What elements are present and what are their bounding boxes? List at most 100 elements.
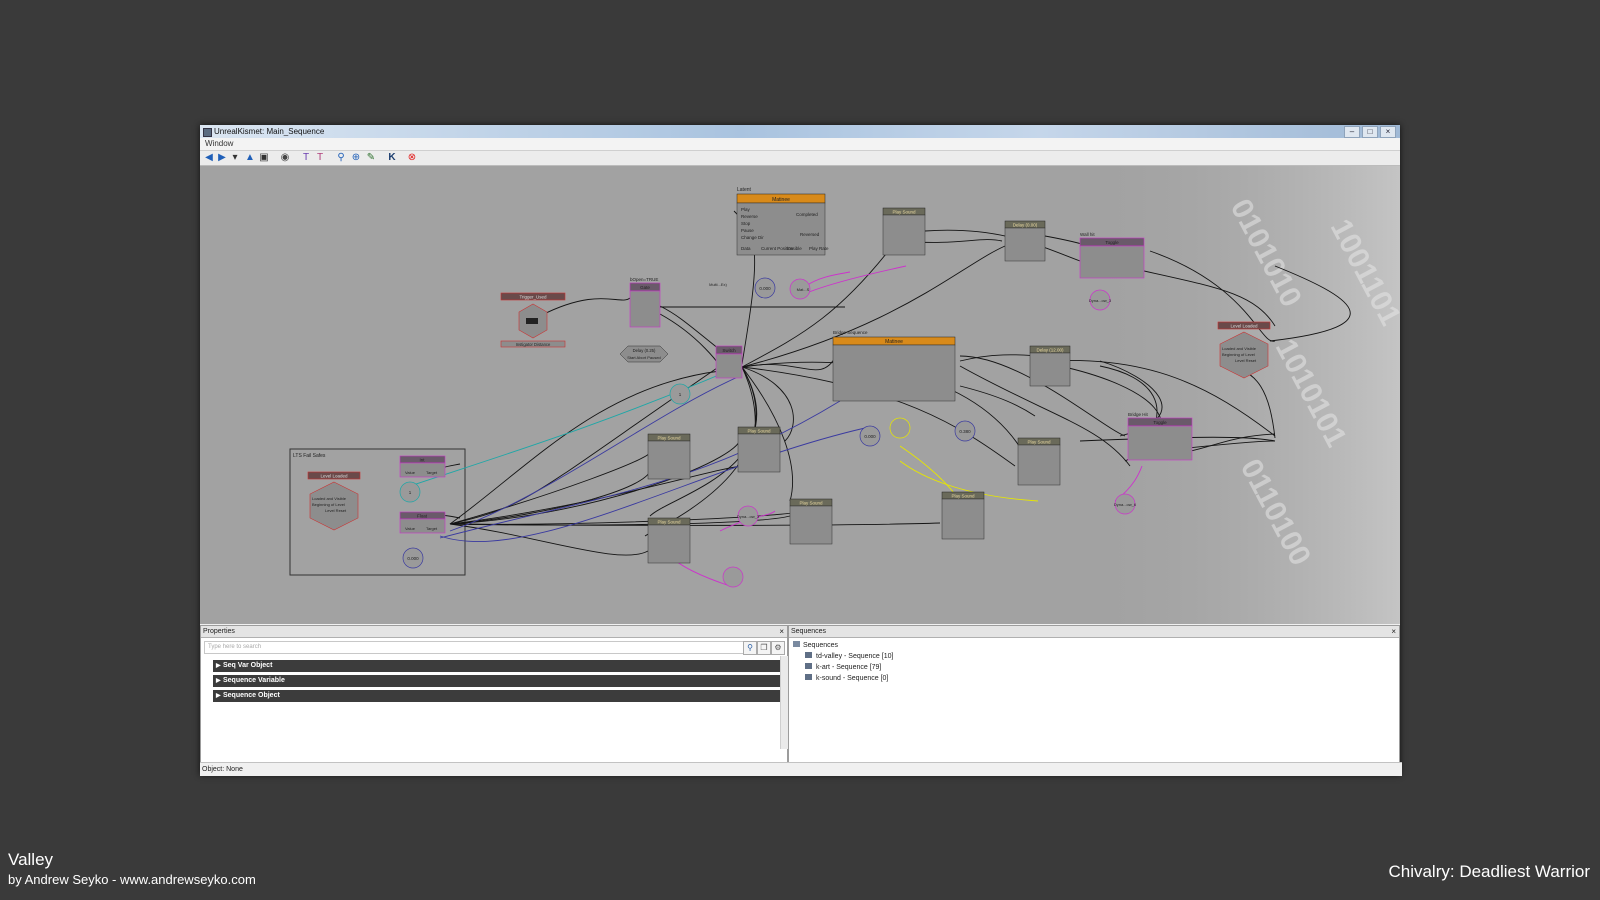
svg-text:Target: Target — [426, 526, 438, 531]
node-play-sound-6[interactable]: Play Sound — [941, 491, 985, 540]
sequence-item-k-sound[interactable]: k-sound - Sequence [0] — [805, 674, 888, 682]
category-sequence-object[interactable]: ▶ Sequence Object — [213, 690, 786, 702]
var-object-6[interactable] — [889, 417, 911, 439]
forward-arrow-icon[interactable]: ▶ — [216, 152, 228, 164]
node-gate[interactable]: bOpen=TRUE Gate — [629, 277, 661, 328]
svg-text:Dyna...ow_3: Dyna...ow_3 — [1089, 298, 1112, 303]
node-wall-hit-toggle[interactable]: Wall hit Toggle — [1079, 232, 1145, 279]
sequence-item-k-art[interactable]: k-art - Sequence [79] — [805, 663, 881, 671]
expand-arrow-icon: ▶ — [216, 693, 221, 699]
svg-text:Level Loaded: Level Loaded — [320, 474, 348, 479]
kismet-graph-canvas[interactable]: 0101010 1010101 0110100 1001101 LTS Fail… — [200, 166, 1400, 624]
svg-text:Float: Float — [417, 514, 428, 519]
svg-text:Dyna...ow_6: Dyna...ow_6 — [1114, 502, 1137, 507]
svg-text:Multi...Ex): Multi...Ex) — [709, 282, 727, 287]
node-play-sound-4[interactable]: Play Sound — [789, 498, 833, 545]
maximize-button[interactable]: □ — [1362, 126, 1378, 138]
dropdown-icon[interactable]: ▾ — [229, 152, 241, 164]
hide-icon[interactable]: ◉ — [279, 152, 291, 164]
caption-title: Valley — [8, 850, 54, 869]
open-parent-icon[interactable]: ▲ — [244, 152, 256, 164]
svg-text:Toggle: Toggle — [1153, 420, 1167, 425]
svg-text:Gate: Gate — [640, 285, 650, 290]
node-trigger-used[interactable]: Trigger_Used Instigator Distance — [500, 292, 566, 348]
svg-text:Dyna...ow_3: Dyna...ow_3 — [737, 514, 760, 519]
text-filter-icon[interactable]: T — [314, 152, 326, 164]
lock-icon[interactable]: ⚙ — [771, 641, 785, 655]
parent-sequence-icon[interactable]: ▣ — [258, 152, 270, 164]
group-title: LTS Fail Safes — [293, 453, 326, 459]
zoom-icon[interactable]: ⊕ — [350, 152, 362, 164]
minimize-button[interactable]: – — [1344, 126, 1360, 138]
properties-title: Properties — [203, 628, 235, 635]
text-search-icon[interactable]: T — [300, 152, 312, 164]
svg-text:Play Sound: Play Sound — [747, 429, 771, 434]
var-object-4[interactable] — [722, 566, 744, 588]
folder-icon — [793, 641, 800, 647]
caption-byline: by Andrew Seyko - www.andrewseyko.com — [8, 872, 256, 887]
svg-text:Wall hit: Wall hit — [1080, 232, 1095, 237]
svg-text:0.380: 0.380 — [959, 429, 971, 434]
svg-text:0.000: 0.000 — [759, 286, 771, 291]
kismet-window: UnrealKismet: Main_Sequence – □ × Window… — [200, 125, 1402, 776]
properties-search-input[interactable]: Type here to search — [204, 641, 745, 654]
sequence-item-td-valley[interactable]: td-valley - Sequence [10] — [805, 652, 893, 660]
close-button[interactable]: × — [1380, 126, 1396, 138]
node-play-sound-2[interactable]: Play Sound — [647, 433, 691, 480]
copy-icon[interactable]: ❐ — [757, 641, 771, 655]
properties-scrollbar[interactable] — [780, 656, 788, 749]
node-level-loaded-left[interactable]: Level Loaded Loaded and Visible Beginnin… — [307, 471, 361, 531]
sequence-tree-root[interactable]: Sequences — [793, 641, 838, 649]
search-icon[interactable]: ⚲ — [743, 641, 757, 655]
tag-icon[interactable]: ✎ — [365, 152, 377, 164]
category-seq-var-object[interactable]: ▶ Seq Var Object — [213, 660, 786, 672]
svg-text:Mat...S: Mat...S — [797, 287, 810, 292]
expand-arrow-icon: ▶ — [216, 678, 221, 684]
svg-text:Beginning of Level: Beginning of Level — [312, 502, 345, 507]
node-matinee-latent[interactable]: Latent Matinee Play Reverse Stop Pause C… — [736, 187, 829, 256]
node-delay-small[interactable]: Delay (0.25) Start Abort Paused — [619, 345, 669, 363]
kismet-k-icon[interactable]: K — [386, 152, 398, 164]
app-icon — [203, 128, 212, 137]
toolbar: ◀ ▶ ▾ ▲ ▣ ◉ T T ⚲ ⊕ ✎ K ⊗ — [200, 151, 1400, 166]
category-sequence-variable[interactable]: ▶ Sequence Variable — [213, 675, 786, 687]
close-icon[interactable]: × — [1391, 626, 1396, 637]
node-int[interactable]: Int Value Target — [399, 455, 446, 478]
node-delay-1[interactable]: Delay (0.00) — [1004, 220, 1046, 262]
node-delay-2[interactable]: Delay (12.00) — [1029, 345, 1071, 387]
svg-text:Data: Data — [741, 246, 751, 251]
svg-text:Delay (0.00): Delay (0.00) — [1013, 223, 1038, 228]
menu-window[interactable]: Window — [205, 139, 233, 148]
close-icon[interactable]: × — [779, 626, 784, 637]
title-bar[interactable]: UnrealKismet: Main_Sequence – □ × — [200, 125, 1400, 138]
svg-text:Latent: Latent — [737, 187, 752, 193]
sequences-pane: Sequences × Sequences td-valley - Sequen… — [788, 625, 1400, 763]
svg-text:Start Abort Paused: Start Abort Paused — [627, 355, 661, 360]
stop-icon[interactable]: ⊗ — [406, 152, 418, 164]
node-bridge-hit-toggle[interactable]: Bridge Hit Toggle — [1127, 412, 1193, 461]
svg-text:Play Sound: Play Sound — [1027, 440, 1051, 445]
node-play-sound-1[interactable]: Play Sound — [882, 207, 926, 256]
node-float[interactable]: Float Value Target — [399, 511, 446, 534]
node-play-sound-3[interactable]: Play Sound — [737, 426, 781, 473]
svg-text:Play: Play — [741, 207, 751, 212]
svg-text:Bridge Hit: Bridge Hit — [1128, 412, 1149, 417]
svg-text:Target: Target — [426, 470, 438, 475]
node-play-sound-7[interactable]: Play Sound — [1017, 437, 1061, 486]
trigger-icon — [526, 318, 538, 324]
search-icon[interactable]: ⚲ — [335, 152, 347, 164]
back-arrow-icon[interactable]: ◀ — [203, 152, 215, 164]
svg-text:Play Sound: Play Sound — [892, 210, 916, 215]
svg-text:Matinee: Matinee — [885, 339, 903, 345]
svg-text:0.000: 0.000 — [407, 556, 419, 561]
svg-text:Instigator Distance: Instigator Distance — [516, 342, 551, 347]
node-play-sound-5[interactable]: Play Sound — [647, 517, 691, 564]
node-matinee-bridge[interactable]: Bridge Sequence Matinee — [832, 330, 956, 402]
svg-text:Loaded and Visible: Loaded and Visible — [312, 496, 347, 501]
svg-text:bOpen=TRUE: bOpen=TRUE — [630, 277, 658, 282]
svg-text:Value: Value — [405, 526, 416, 531]
svg-text:Bridge Sequence: Bridge Sequence — [833, 330, 868, 335]
node-switch[interactable]: Switch — [715, 345, 743, 379]
svg-text:Value: Value — [405, 470, 416, 475]
window-title: UnrealKismet: Main_Sequence — [214, 127, 325, 136]
